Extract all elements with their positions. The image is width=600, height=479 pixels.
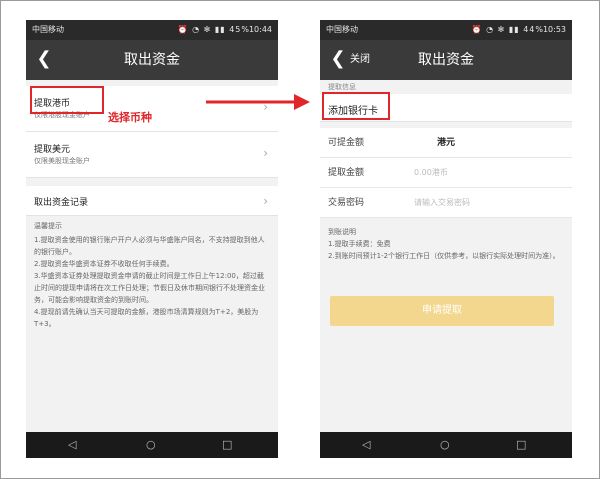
arrival-info: 到账说明 1.提取手续费：免费 2.到账时间预计1-2个银行工作日（仅供参考，以… — [328, 226, 564, 262]
field-label: 提取金额 — [328, 168, 365, 178]
tip-line: 4.提现前请先确认当天可提取的金额，港股市场清算规则为T+2，美股为T+3。 — [34, 308, 259, 328]
status-icons: ⏰ ◔ ✻ ▮▮ 45% — [177, 25, 250, 34]
available-amount-row: 可提金额 港元 — [320, 128, 572, 158]
phone-screen-withdraw-form: 中国移动 ⏰ ◔ ✻ ▮▮ 44% 10:53 ❮ 关闭 取出资金 提取信息 添… — [320, 20, 572, 458]
tip-line: 1.提取资金使用的银行账户开户人必须与华盛账户同名，不支持提取到他人的银行账户。 — [34, 236, 265, 256]
password-input[interactable]: 请输入交易密码 — [414, 188, 470, 218]
nav-home-icon[interactable]: ○ — [146, 439, 156, 451]
nav-home-icon[interactable]: ○ — [440, 439, 450, 451]
arrow-right-icon — [206, 94, 310, 110]
carrier-label: 中国移动 — [326, 25, 358, 34]
trade-password-row[interactable]: 交易密码 请输入交易密码 — [320, 188, 572, 218]
tip-line: 2.提取资金华盛资本证券不收取任何手续费。 — [34, 260, 174, 268]
nav-back-icon[interactable]: ◁ — [362, 439, 370, 451]
title-bar: ❮ 关闭 取出资金 — [320, 40, 572, 80]
status-icons: ⏰ ◔ ✻ ▮▮ 44% — [471, 25, 544, 34]
field-label: 交易密码 — [328, 198, 365, 208]
amount-input[interactable]: 0.00港币 — [414, 158, 448, 188]
status-bar: 中国移动 ⏰ ◔ ✻ ▮▮ 44% 10:53 — [320, 20, 572, 40]
android-nav-bar: ◁ ○ □ — [320, 432, 572, 458]
currency-value: 港元 — [436, 138, 455, 148]
nav-recent-icon[interactable]: □ — [516, 439, 526, 451]
highlight-box — [30, 86, 104, 114]
info-line: 1.提取手续费：免费 — [328, 240, 391, 248]
android-nav-bar: ◁ ○ □ — [26, 432, 278, 458]
annotation-label: 选择币种 — [108, 111, 152, 124]
carrier-label: 中国移动 — [32, 25, 64, 34]
clock: 10:53 — [542, 25, 566, 34]
status-bar: 中国移动 ⏰ ◔ ✻ ▮▮ 45% 10:44 — [26, 20, 278, 40]
menu-item-withdraw-usd[interactable]: 提取美元 仅限美股现金账户 › — [26, 132, 278, 178]
highlight-box — [322, 92, 390, 120]
menu-item-title: 取出资金记录 — [34, 198, 89, 208]
tips-title: 温馨提示 — [34, 222, 62, 230]
menu-item-withdraw-records[interactable]: 取出资金记录 › — [26, 186, 278, 216]
tip-line: 3.华盛资本证券处理提取资金申请的截止时间是工作日上午12:00，超过截止时间的… — [34, 272, 265, 304]
section-label: 提取信息 — [328, 83, 356, 91]
chevron-right-icon: › — [263, 194, 268, 208]
tips-section: 温馨提示 1.提取资金使用的银行账户开户人必须与华盛账户同名，不支持提取到他人的… — [34, 220, 270, 330]
info-title: 到账说明 — [328, 228, 356, 236]
withdraw-amount-row[interactable]: 提取金额 0.00港币 — [320, 158, 572, 188]
menu-item-subtitle: 仅限美股现金账户 — [34, 157, 90, 165]
submit-withdraw-button[interactable]: 申请提取 — [330, 296, 554, 326]
nav-back-icon[interactable]: ◁ — [68, 439, 76, 451]
clock: 10:44 — [248, 25, 272, 34]
page-title: 取出资金 — [418, 52, 474, 68]
title-bar: ❮ 取出资金 — [26, 40, 278, 80]
chevron-right-icon: › — [263, 146, 268, 160]
nav-recent-icon[interactable]: □ — [222, 439, 232, 451]
page-title: 取出资金 — [124, 52, 180, 68]
menu-item-title: 提取美元 — [34, 145, 71, 155]
info-line: 2.到账时间预计1-2个银行工作日（仅供参考，以银行实际处理时间为准）。 — [328, 252, 560, 260]
